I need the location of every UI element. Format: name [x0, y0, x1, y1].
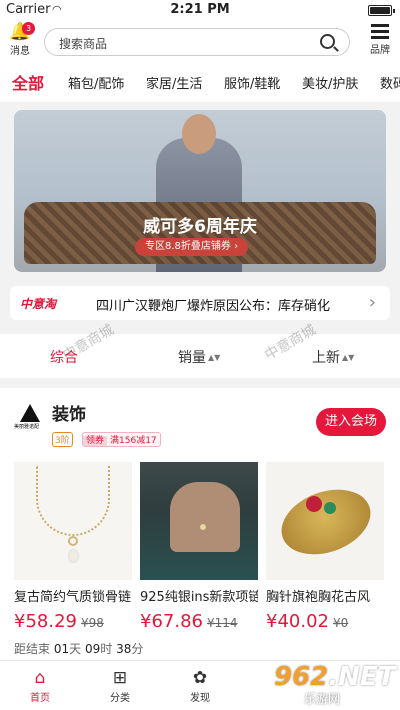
coupon-value: 满156减17 — [110, 436, 157, 446]
sort-sales[interactable]: 销量 ▲▼ — [178, 347, 220, 367]
tab-digital[interactable]: 数码 — [380, 73, 400, 92]
status-bar: Carrier ◠ 2:21 PM — [0, 0, 400, 20]
sort-new[interactable]: 上新 ▲▼ — [312, 347, 354, 367]
product-image[interactable] — [14, 462, 132, 580]
tab-home[interactable]: 家居/生活 — [146, 73, 202, 92]
home-icon: ⌂ — [34, 668, 46, 688]
necklace-chain — [36, 466, 110, 536]
countdown-days: 01 — [53, 642, 70, 656]
countdown-hours-unit: 时 — [100, 642, 113, 656]
brooch-gem — [306, 496, 322, 512]
brand-button[interactable]: 品牌 — [366, 23, 394, 56]
site-watermark-sub: 乐游网 — [304, 692, 341, 706]
product-card[interactable]: 胸针旗袍胸花古风 ¥40.02 ¥0 — [266, 462, 384, 632]
search-input[interactable]: 搜索商品 — [44, 28, 350, 56]
battery-fill — [370, 7, 390, 14]
product-price: ¥58.29 — [14, 611, 77, 632]
search-icon[interactable] — [320, 34, 335, 49]
tab-category[interactable]: ⊞ 分类 — [90, 667, 150, 704]
shop-logo-caption: 美丽雅诺配 — [14, 424, 40, 430]
level-badge: 3阶 — [52, 432, 73, 447]
tab-label: 发现 — [190, 693, 210, 704]
category-tabs: 全部 箱包/配饰 家居/生活 服饰/鞋靴 美妆/护肤 数码 — [0, 62, 400, 102]
tab-beauty[interactable]: 美妆/护肤 — [302, 73, 358, 92]
product-image[interactable] — [266, 462, 384, 580]
enter-venue-button[interactable]: 进入会场 — [316, 408, 386, 436]
product-card[interactable]: 925纯银ins新款项链 ¥67.86 ¥114 — [140, 462, 258, 632]
necklace-pendant — [68, 536, 78, 546]
product-price-row: ¥67.86 ¥114 — [140, 611, 258, 632]
search-placeholder: 搜索商品 — [59, 37, 108, 51]
tab-all[interactable]: 全部 — [12, 70, 44, 94]
product-old-price: ¥114 — [206, 616, 238, 630]
promo-banner[interactable]: 威可多6周年庆 专区8.8折叠店铺券 › — [14, 110, 386, 272]
product-card[interactable]: 复古简约气质锁骨链 ¥58.29 ¥98 — [14, 462, 132, 632]
countdown-prefix: 距结束 — [14, 642, 51, 656]
ticker-text[interactable]: 四川广汉鞭炮厂爆炸原因公布：库存硝化 — [96, 295, 330, 314]
battery-icon — [368, 5, 395, 16]
sort-caret-icon: ▲▼ — [342, 353, 355, 362]
countdown-timer: 距结束 01天 09时 38分 — [14, 640, 143, 657]
message-badge: 3 — [22, 22, 35, 35]
menu-icon — [371, 24, 389, 39]
sort-new-label: 上新 — [312, 350, 340, 366]
product-price: ¥40.02 — [266, 611, 329, 632]
tab-bags[interactable]: 箱包/配饰 — [68, 73, 124, 92]
site-watermark-logo: 962.NET — [274, 662, 396, 692]
site-watermark: 962.NET 乐游网 — [264, 662, 396, 708]
watermark-text: 中意商城 — [60, 321, 117, 364]
shop-section-card: 美丽雅诺配 装饰 3阶 领券 满156减17 进入会场 复古简约气质锁骨链 ¥58… — [0, 388, 400, 660]
ticker-tag: 中意淘 — [20, 297, 57, 311]
countdown-days-unit: 天 — [69, 642, 82, 656]
tab-label: 分类 — [110, 693, 130, 704]
coupon-badge[interactable]: 领券 满156减17 — [82, 432, 161, 447]
flower-icon: ✿ — [192, 668, 208, 688]
top-header: 🔔 3 消息 搜索商品 品牌 — [0, 20, 400, 62]
sort-caret-icon: ▲▼ — [208, 353, 221, 362]
product-price: ¥67.86 — [140, 611, 203, 632]
brooch-gem — [324, 502, 336, 514]
necklace-pearl — [69, 550, 78, 562]
news-ticker[interactable]: 中意淘 四川广汉鞭炮厂爆炸原因公布：库存硝化 › — [10, 286, 390, 320]
product-name: 925纯银ins新款项链 — [140, 590, 258, 605]
product-name: 胸针旗袍胸花古风 — [266, 590, 371, 605]
product-price-row: ¥58.29 ¥98 — [14, 611, 132, 632]
model-neck — [170, 482, 240, 552]
product-image[interactable] — [140, 462, 258, 580]
banner-title: 威可多6周年庆 — [143, 217, 257, 237]
brooch-hat — [272, 478, 380, 566]
countdown-minutes-unit: 分 — [131, 642, 144, 656]
tab-home-page[interactable]: ⌂ 首页 — [10, 667, 70, 704]
messages-button[interactable]: 🔔 3 消息 — [6, 22, 35, 57]
tab-clothing[interactable]: 服饰/鞋靴 — [224, 73, 280, 92]
banner-subtitle: 专区8.8折叠店铺券 › — [135, 238, 249, 256]
shop-logo: 美丽雅诺配 — [14, 404, 44, 430]
product-price-row: ¥40.02 ¥0 — [266, 611, 384, 632]
necklace-pendant — [200, 524, 206, 530]
status-time: 2:21 PM — [170, 2, 230, 17]
sort-bar: 综合 销量 ▲▼ 上新 ▲▼ 中意商城 中意商城 — [0, 322, 400, 378]
countdown-minutes: 38 — [116, 642, 132, 656]
sort-sales-label: 销量 — [178, 350, 206, 366]
brand-label: 品牌 — [370, 45, 390, 56]
watermark-text: 中意商城 — [262, 321, 319, 364]
chevron-right-icon[interactable]: › — [369, 292, 376, 313]
product-old-price: ¥0 — [332, 616, 349, 630]
grid-icon: ⊞ — [112, 668, 128, 688]
tab-label: 首页 — [30, 693, 50, 704]
tab-discover[interactable]: ✿ 发现 — [170, 667, 230, 704]
sail-logo-icon — [20, 404, 40, 422]
product-old-price: ¥98 — [80, 616, 104, 630]
banner-model-head — [182, 114, 216, 154]
countdown-hours: 09 — [84, 642, 101, 656]
product-name: 复古简约气质锁骨链 — [14, 590, 132, 605]
coupon-key: 领券 — [83, 436, 108, 446]
messages-label: 消息 — [10, 46, 30, 57]
section-title: 装饰 — [52, 405, 86, 425]
